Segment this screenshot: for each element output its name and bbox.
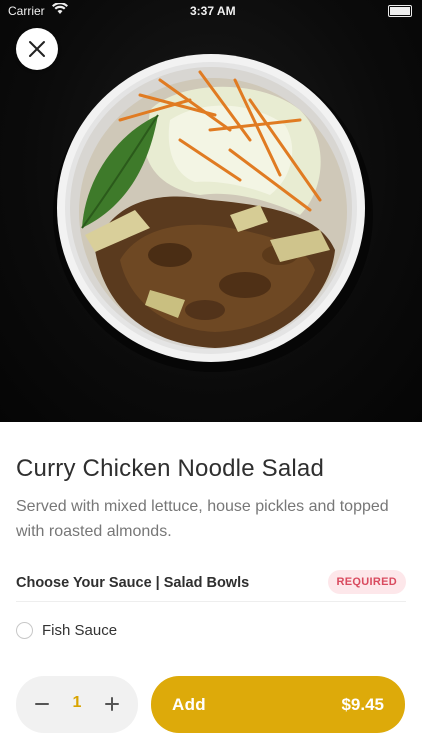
option-label: Fish Sauce (42, 621, 118, 639)
product-image: Carrier 3:37 AM (0, 0, 422, 422)
carrier-label: Carrier (8, 4, 45, 18)
increase-quantity-button[interactable] (98, 690, 126, 718)
item-description: Served with mixed lettuce, house pickles… (16, 498, 389, 540)
options-group-title: Choose Your Sauce | Salad Bowls (16, 575, 250, 591)
add-button-label: Add (172, 695, 206, 714)
add-to-cart-button[interactable]: Add $9.45 (151, 676, 405, 733)
add-button-price: $9.45 (341, 695, 384, 714)
radio-unchecked-icon[interactable] (16, 621, 33, 639)
plus-icon (105, 697, 119, 711)
option-fish-sauce[interactable]: Fish Sauce (16, 618, 117, 642)
required-badge: REQUIRED (327, 570, 406, 594)
status-time: 3:37 AM (190, 4, 236, 18)
quantity-stepper: 1 (16, 676, 138, 733)
status-bar: Carrier 3:37 AM (0, 0, 422, 22)
options-group-header: Choose Your Sauce | Salad Bowls REQUIRED (16, 569, 406, 602)
item-title: Curry Chicken Noodle Salad (16, 455, 325, 482)
wifi-icon (52, 2, 68, 18)
close-icon (29, 41, 45, 57)
close-button[interactable] (16, 28, 58, 70)
battery-icon (388, 5, 412, 17)
bottom-action-bar: 1 Add $9.45 (0, 660, 422, 750)
food-bowl-photo (53, 54, 373, 372)
